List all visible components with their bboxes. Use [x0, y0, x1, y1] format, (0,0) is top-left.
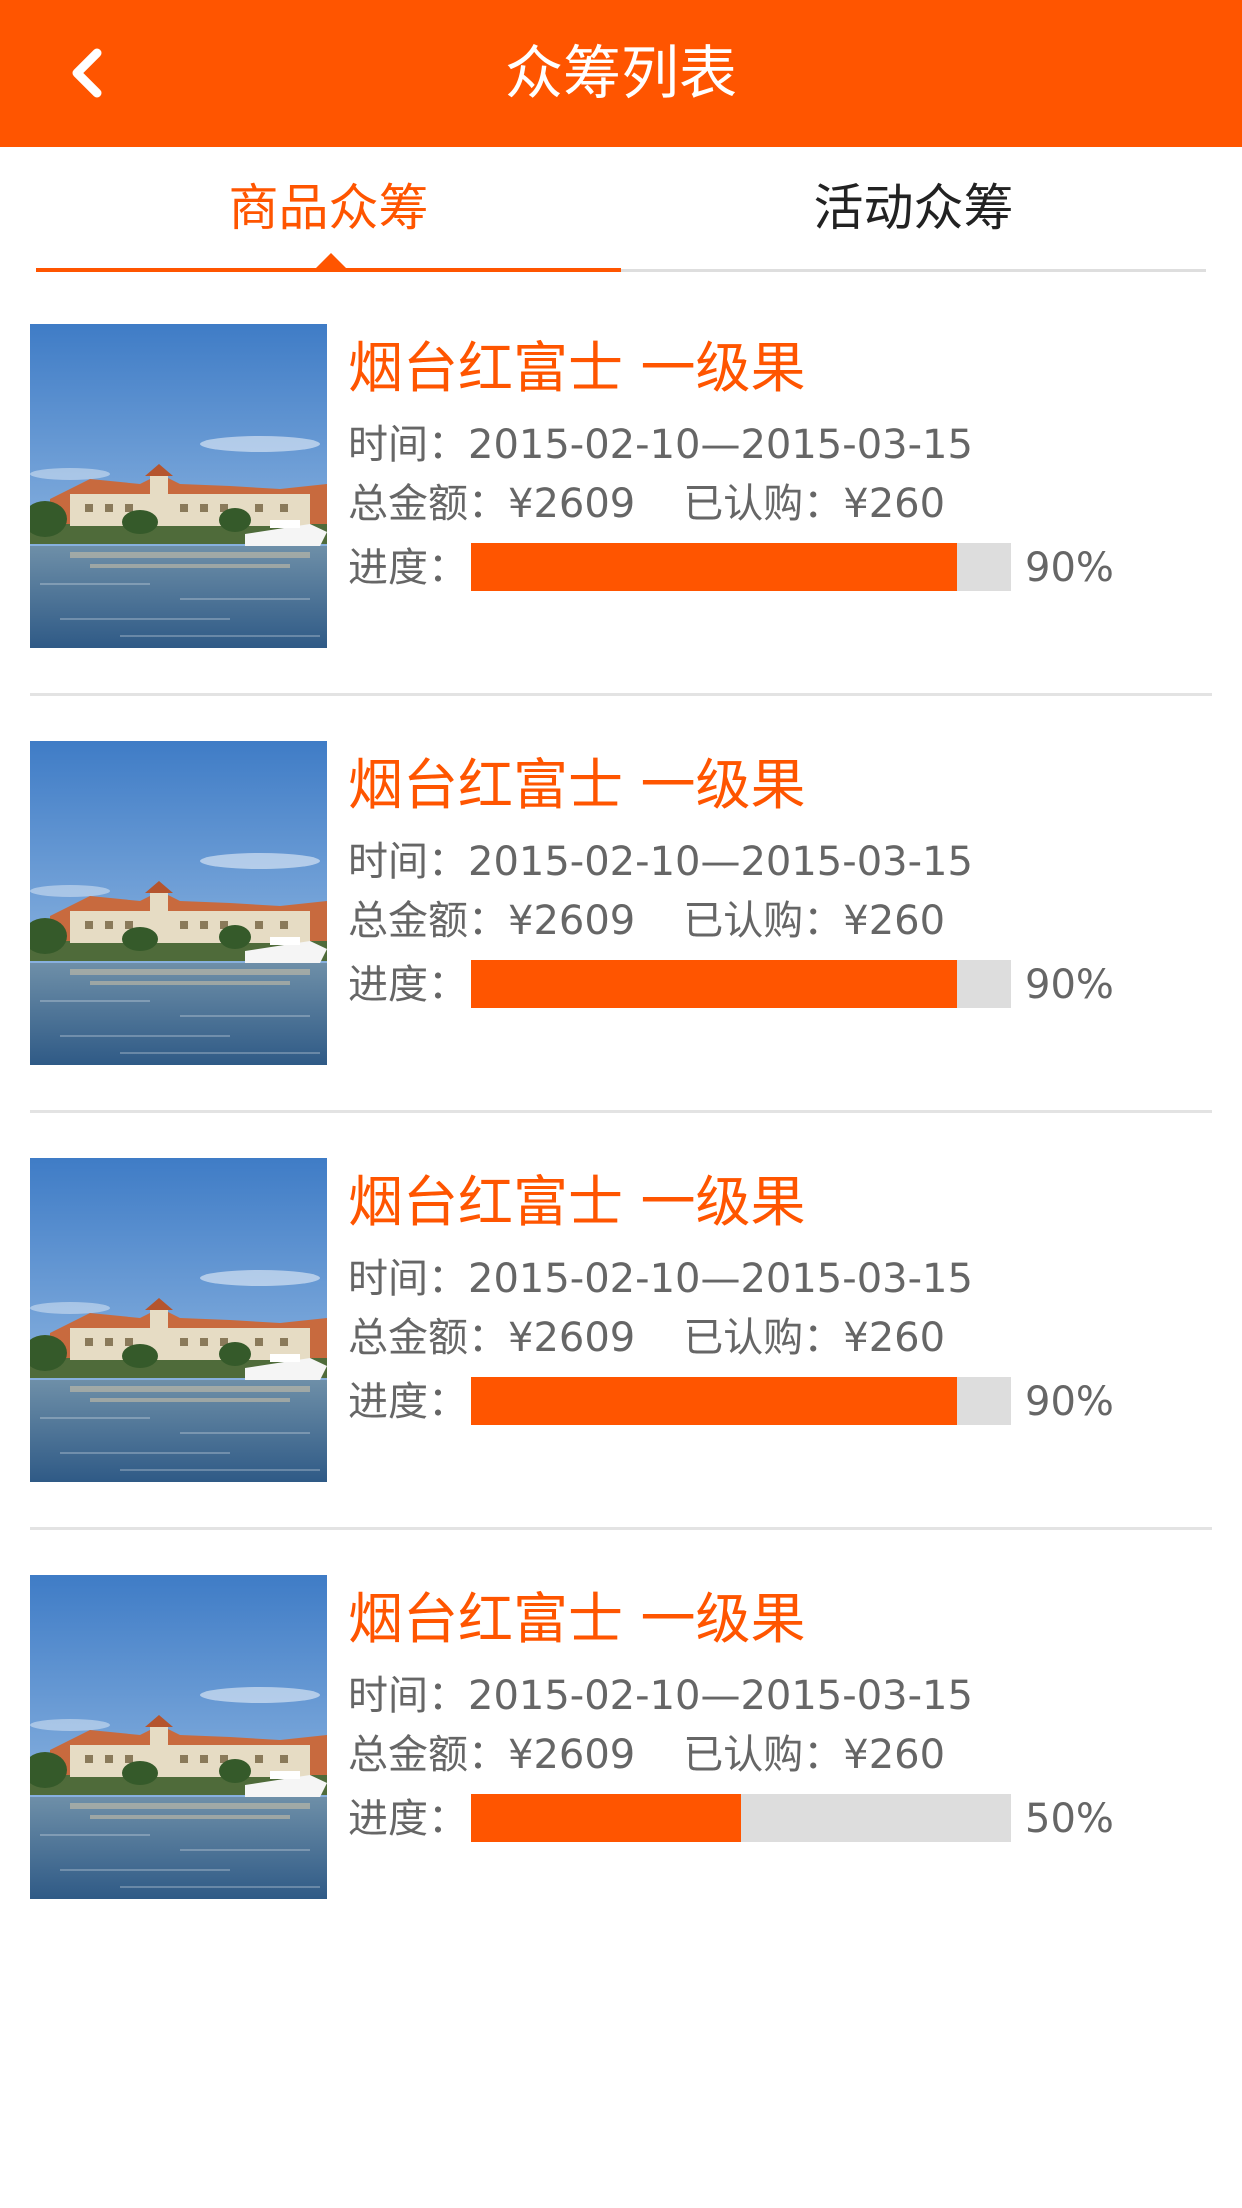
item-time: 时间：2015-02-10—2015-03-15	[348, 417, 973, 473]
subscribed-amount: ¥260	[843, 898, 946, 944]
product-image	[30, 324, 327, 648]
total-amount: ¥2609	[508, 481, 636, 527]
progress-label: 进度：	[348, 1379, 468, 1425]
subscribed-label: 已认购：	[683, 1732, 844, 1778]
item-title: 烟台红富士 一级果	[348, 1587, 806, 1651]
progress-fill	[471, 543, 957, 591]
item-amounts: 总金额：¥2609 已认购：¥260	[348, 476, 945, 532]
product-image	[30, 1575, 327, 1899]
total-label: 总金额：	[348, 898, 508, 944]
item-amounts: 总金额：¥2609 已认购：¥260	[348, 1727, 945, 1783]
total-label: 总金额：	[348, 1315, 508, 1361]
progress-fill	[471, 1794, 741, 1842]
product-image	[30, 741, 327, 1065]
header-bar: 众筹列表	[0, 0, 1242, 147]
total-amount: ¥2609	[508, 1315, 636, 1361]
active-tab-caret-icon	[314, 253, 348, 270]
item-amounts: 总金额：¥2609 已认购：¥260	[348, 893, 945, 949]
list-item[interactable]: 烟台红富士 一级果 时间：2015-02-10—2015-03-15 总金额：¥…	[30, 690, 1212, 1113]
list-item[interactable]: 烟台红富士 一级果 时间：2015-02-10—2015-03-15 总金额：¥…	[30, 273, 1212, 696]
time-label: 时间：	[348, 422, 468, 468]
item-amounts: 总金额：¥2609 已认购：¥260	[348, 1310, 945, 1366]
subscribed-amount: ¥260	[843, 1315, 946, 1361]
subscribed-amount: ¥260	[843, 481, 946, 527]
progress-label: 进度：	[348, 545, 468, 591]
product-image	[30, 1158, 327, 1482]
progress-bar	[471, 543, 1011, 591]
back-button[interactable]	[52, 38, 122, 108]
time-label: 时间：	[348, 839, 468, 885]
progress-bar	[471, 960, 1011, 1008]
list-item[interactable]: 烟台红富士 一级果 时间：2015-02-10—2015-03-15 总金额：¥…	[30, 1107, 1212, 1530]
progress-fill	[471, 1377, 957, 1425]
subscribed-label: 已认购：	[683, 898, 844, 944]
tab-bar: 商品众筹 活动众筹	[36, 147, 1206, 273]
time-range: 2015-02-10—2015-03-15	[468, 839, 973, 885]
progress-bar	[471, 1377, 1011, 1425]
time-range: 2015-02-10—2015-03-15	[468, 422, 973, 468]
item-title: 烟台红富士 一级果	[348, 336, 806, 400]
subscribed-amount: ¥260	[843, 1732, 946, 1778]
total-amount: ¥2609	[508, 1732, 636, 1778]
item-title: 烟台红富士 一级果	[348, 1170, 806, 1234]
tab-product-crowdfunding[interactable]: 商品众筹	[36, 147, 621, 269]
item-time: 时间：2015-02-10—2015-03-15	[348, 1251, 973, 1307]
item-time: 时间：2015-02-10—2015-03-15	[348, 834, 973, 890]
progress-label: 进度：	[348, 1796, 468, 1842]
progress-percent: 90%	[1025, 545, 1114, 591]
progress-label: 进度：	[348, 962, 468, 1008]
time-label: 时间：	[348, 1673, 468, 1719]
list-item[interactable]: 烟台红富士 一级果 时间：2015-02-10—2015-03-15 总金额：¥…	[30, 1524, 1212, 1941]
total-label: 总金额：	[348, 481, 508, 527]
progress-percent: 50%	[1025, 1796, 1114, 1842]
time-range: 2015-02-10—2015-03-15	[468, 1256, 973, 1302]
item-title: 烟台红富士 一级果	[348, 753, 806, 817]
progress-fill	[471, 960, 957, 1008]
tab-activity-crowdfunding[interactable]: 活动众筹	[621, 147, 1206, 269]
progress-percent: 90%	[1025, 962, 1114, 1008]
progress-bar	[471, 1794, 1011, 1842]
time-range: 2015-02-10—2015-03-15	[468, 1673, 973, 1719]
item-time: 时间：2015-02-10—2015-03-15	[348, 1668, 973, 1724]
chevron-left-icon	[72, 48, 102, 98]
total-amount: ¥2609	[508, 898, 636, 944]
subscribed-label: 已认购：	[683, 481, 844, 527]
progress-percent: 90%	[1025, 1379, 1114, 1425]
total-label: 总金额：	[348, 1732, 508, 1778]
subscribed-label: 已认购：	[683, 1315, 844, 1361]
time-label: 时间：	[348, 1256, 468, 1302]
page-title: 众筹列表	[504, 39, 737, 107]
